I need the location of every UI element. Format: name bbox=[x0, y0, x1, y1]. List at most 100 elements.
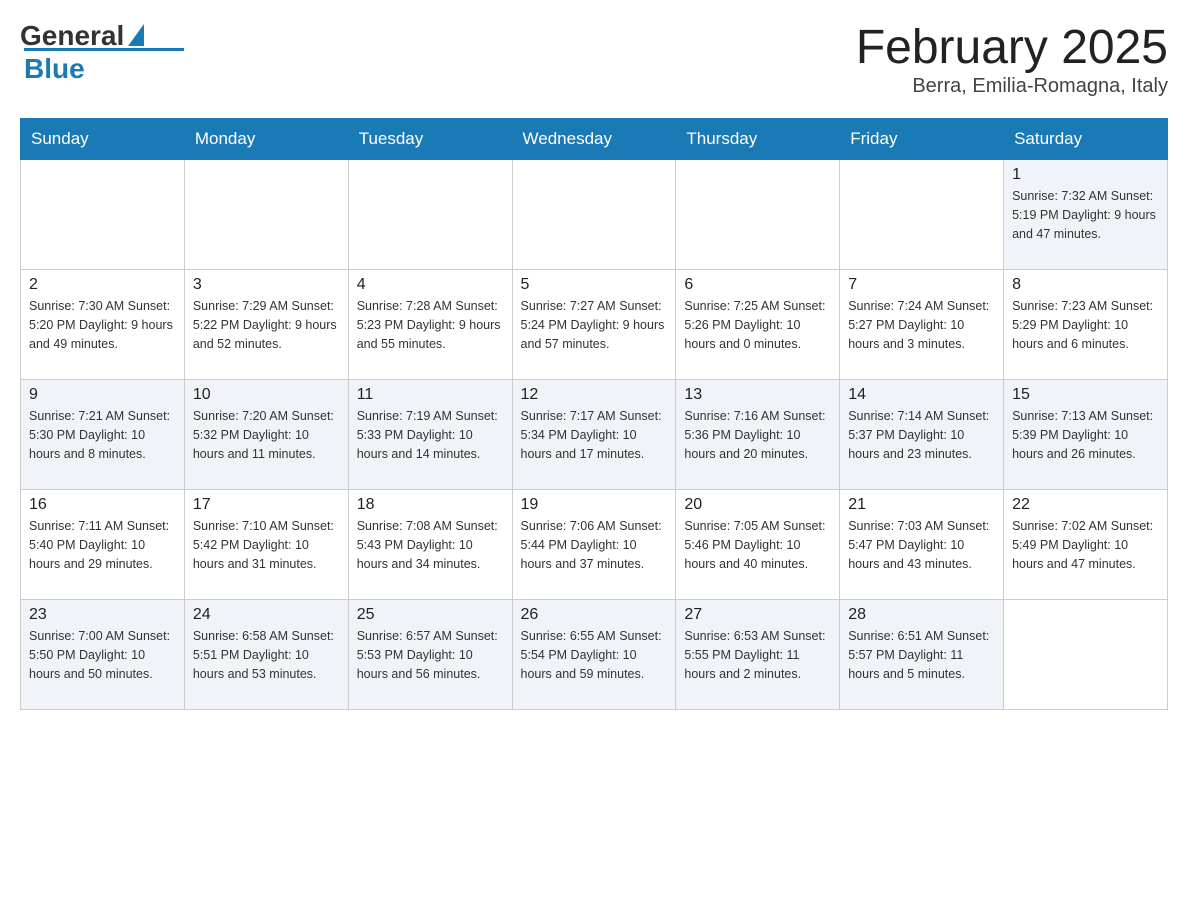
calendar-cell: 14 Sunrise: 7:14 AM Sunset: 5:37 PM Dayli… bbox=[840, 380, 1004, 490]
day-number: 25 bbox=[357, 606, 504, 624]
calendar-cell: 13 Sunrise: 7:16 AM Sunset: 5:36 PM Dayli… bbox=[676, 380, 840, 490]
calendar-cell: 28 Sunrise: 6:51 AM Sunset: 5:57 PM Dayli… bbox=[840, 600, 1004, 710]
calendar-header-thursday: Thursday bbox=[676, 119, 840, 160]
calendar-cell: 27Sunrise: 6:53 AM Sunset: 5:55 PM Dayli… bbox=[676, 600, 840, 710]
day-info: Sunrise: 7:24 AM Sunset: 5:27 PM Dayligh… bbox=[848, 297, 995, 353]
calendar-header-monday: Monday bbox=[184, 119, 348, 160]
calendar-week-row-2: 2 Sunrise: 7:30 AM Sunset: 5:20 PM Daylig… bbox=[21, 270, 1168, 380]
day-info: Sunrise: 7:14 AM Sunset: 5:37 PM Dayligh… bbox=[848, 407, 995, 463]
day-number: 18 bbox=[357, 496, 504, 514]
location-subtitle: Berra, Emilia-Romagna, Italy bbox=[856, 75, 1168, 98]
calendar-cell: 1Sunrise: 7:32 AM Sunset: 5:19 PM Daylig… bbox=[1004, 160, 1168, 270]
day-number: 16 bbox=[29, 496, 176, 514]
calendar-header-saturday: Saturday bbox=[1004, 119, 1168, 160]
calendar-cell: 26 Sunrise: 6:55 AM Sunset: 5:54 PM Dayli… bbox=[512, 600, 676, 710]
calendar-cell: 2 Sunrise: 7:30 AM Sunset: 5:20 PM Daylig… bbox=[21, 270, 185, 380]
day-number: 15 bbox=[1012, 386, 1159, 404]
calendar-cell bbox=[676, 160, 840, 270]
calendar-week-row-3: 9 Sunrise: 7:21 AM Sunset: 5:30 PM Daylig… bbox=[21, 380, 1168, 490]
calendar-cell: 7Sunrise: 7:24 AM Sunset: 5:27 PM Daylig… bbox=[840, 270, 1004, 380]
calendar-cell bbox=[840, 160, 1004, 270]
day-number: 21 bbox=[848, 496, 995, 514]
calendar-cell: 3 Sunrise: 7:29 AM Sunset: 5:22 PM Daylig… bbox=[184, 270, 348, 380]
calendar-table: SundayMondayTuesdayWednesdayThursdayFrid… bbox=[20, 118, 1168, 710]
day-number: 20 bbox=[684, 496, 831, 514]
calendar-header-friday: Friday bbox=[840, 119, 1004, 160]
day-number: 4 bbox=[357, 276, 504, 294]
day-info: Sunrise: 7:27 AM Sunset: 5:24 PM Dayligh… bbox=[521, 297, 668, 353]
calendar-cell: 20Sunrise: 7:05 AM Sunset: 5:46 PM Dayli… bbox=[676, 490, 840, 600]
day-number: 11 bbox=[357, 386, 504, 404]
calendar-cell: 18 Sunrise: 7:08 AM Sunset: 5:43 PM Dayli… bbox=[348, 490, 512, 600]
page-header: General Blue February 2025 Berra, Emilia… bbox=[20, 20, 1168, 98]
logo: General Blue bbox=[20, 20, 184, 85]
calendar-cell: 23 Sunrise: 7:00 AM Sunset: 5:50 PM Dayli… bbox=[21, 600, 185, 710]
day-info: Sunrise: 7:19 AM Sunset: 5:33 PM Dayligh… bbox=[357, 407, 504, 463]
day-number: 26 bbox=[521, 606, 668, 624]
day-info: Sunrise: 7:16 AM Sunset: 5:36 PM Dayligh… bbox=[684, 407, 831, 463]
day-info: Sunrise: 7:20 AM Sunset: 5:32 PM Dayligh… bbox=[193, 407, 340, 463]
day-info: Sunrise: 7:25 AM Sunset: 5:26 PM Dayligh… bbox=[684, 297, 831, 353]
calendar-cell: 22 Sunrise: 7:02 AM Sunset: 5:49 PM Dayli… bbox=[1004, 490, 1168, 600]
day-info: Sunrise: 7:29 AM Sunset: 5:22 PM Dayligh… bbox=[193, 297, 340, 353]
calendar-cell: 12 Sunrise: 7:17 AM Sunset: 5:34 PM Dayli… bbox=[512, 380, 676, 490]
logo-triangle-icon bbox=[128, 24, 144, 46]
calendar-cell: 19 Sunrise: 7:06 AM Sunset: 5:44 PM Dayli… bbox=[512, 490, 676, 600]
day-info: Sunrise: 6:57 AM Sunset: 5:53 PM Dayligh… bbox=[357, 627, 504, 683]
logo-blue-text: Blue bbox=[24, 53, 85, 84]
day-number: 23 bbox=[29, 606, 176, 624]
calendar-week-row-4: 16Sunrise: 7:11 AM Sunset: 5:40 PM Dayli… bbox=[21, 490, 1168, 600]
day-number: 6 bbox=[684, 276, 831, 294]
calendar-cell: 5 Sunrise: 7:27 AM Sunset: 5:24 PM Daylig… bbox=[512, 270, 676, 380]
day-info: Sunrise: 7:00 AM Sunset: 5:50 PM Dayligh… bbox=[29, 627, 176, 683]
calendar-cell: 8Sunrise: 7:23 AM Sunset: 5:29 PM Daylig… bbox=[1004, 270, 1168, 380]
day-info: Sunrise: 7:13 AM Sunset: 5:39 PM Dayligh… bbox=[1012, 407, 1159, 463]
calendar-cell: 10 Sunrise: 7:20 AM Sunset: 5:32 PM Dayli… bbox=[184, 380, 348, 490]
calendar-cell: 6 Sunrise: 7:25 AM Sunset: 5:26 PM Daylig… bbox=[676, 270, 840, 380]
day-number: 14 bbox=[848, 386, 995, 404]
day-info: Sunrise: 6:58 AM Sunset: 5:51 PM Dayligh… bbox=[193, 627, 340, 683]
day-info: Sunrise: 6:55 AM Sunset: 5:54 PM Dayligh… bbox=[521, 627, 668, 683]
month-year-title: February 2025 bbox=[856, 20, 1168, 75]
calendar-cell: 21 Sunrise: 7:03 AM Sunset: 5:47 PM Dayli… bbox=[840, 490, 1004, 600]
day-number: 13 bbox=[684, 386, 831, 404]
day-info: Sunrise: 6:53 AM Sunset: 5:55 PM Dayligh… bbox=[684, 627, 831, 683]
day-info: Sunrise: 7:06 AM Sunset: 5:44 PM Dayligh… bbox=[521, 517, 668, 573]
calendar-cell bbox=[184, 160, 348, 270]
calendar-cell: 17 Sunrise: 7:10 AM Sunset: 5:42 PM Dayli… bbox=[184, 490, 348, 600]
day-number: 3 bbox=[193, 276, 340, 294]
calendar-header-row: SundayMondayTuesdayWednesdayThursdayFrid… bbox=[21, 119, 1168, 160]
calendar-cell: 4 Sunrise: 7:28 AM Sunset: 5:23 PM Daylig… bbox=[348, 270, 512, 380]
day-number: 17 bbox=[193, 496, 340, 514]
calendar-cell: 25 Sunrise: 6:57 AM Sunset: 5:53 PM Dayli… bbox=[348, 600, 512, 710]
day-number: 5 bbox=[521, 276, 668, 294]
day-info: Sunrise: 7:08 AM Sunset: 5:43 PM Dayligh… bbox=[357, 517, 504, 573]
day-info: Sunrise: 7:03 AM Sunset: 5:47 PM Dayligh… bbox=[848, 517, 995, 573]
calendar-cell: 15 Sunrise: 7:13 AM Sunset: 5:39 PM Dayli… bbox=[1004, 380, 1168, 490]
day-number: 2 bbox=[29, 276, 176, 294]
day-info: Sunrise: 7:28 AM Sunset: 5:23 PM Dayligh… bbox=[357, 297, 504, 353]
calendar-cell: 16Sunrise: 7:11 AM Sunset: 5:40 PM Dayli… bbox=[21, 490, 185, 600]
title-block: February 2025 Berra, Emilia-Romagna, Ita… bbox=[856, 20, 1168, 98]
calendar-cell bbox=[512, 160, 676, 270]
day-number: 22 bbox=[1012, 496, 1159, 514]
calendar-cell bbox=[1004, 600, 1168, 710]
calendar-cell bbox=[21, 160, 185, 270]
day-info: Sunrise: 7:02 AM Sunset: 5:49 PM Dayligh… bbox=[1012, 517, 1159, 573]
calendar-cell: 24 Sunrise: 6:58 AM Sunset: 5:51 PM Dayli… bbox=[184, 600, 348, 710]
day-info: Sunrise: 7:32 AM Sunset: 5:19 PM Dayligh… bbox=[1012, 187, 1159, 243]
day-number: 19 bbox=[521, 496, 668, 514]
day-info: Sunrise: 7:21 AM Sunset: 5:30 PM Dayligh… bbox=[29, 407, 176, 463]
day-number: 12 bbox=[521, 386, 668, 404]
day-number: 28 bbox=[848, 606, 995, 624]
day-number: 24 bbox=[193, 606, 340, 624]
day-info: Sunrise: 6:51 AM Sunset: 5:57 PM Dayligh… bbox=[848, 627, 995, 683]
day-info: Sunrise: 7:17 AM Sunset: 5:34 PM Dayligh… bbox=[521, 407, 668, 463]
calendar-header-tuesday: Tuesday bbox=[348, 119, 512, 160]
calendar-header-sunday: Sunday bbox=[21, 119, 185, 160]
day-number: 10 bbox=[193, 386, 340, 404]
day-number: 9 bbox=[29, 386, 176, 404]
day-info: Sunrise: 7:10 AM Sunset: 5:42 PM Dayligh… bbox=[193, 517, 340, 573]
calendar-week-row-5: 23 Sunrise: 7:00 AM Sunset: 5:50 PM Dayli… bbox=[21, 600, 1168, 710]
day-info: Sunrise: 7:30 AM Sunset: 5:20 PM Dayligh… bbox=[29, 297, 176, 353]
